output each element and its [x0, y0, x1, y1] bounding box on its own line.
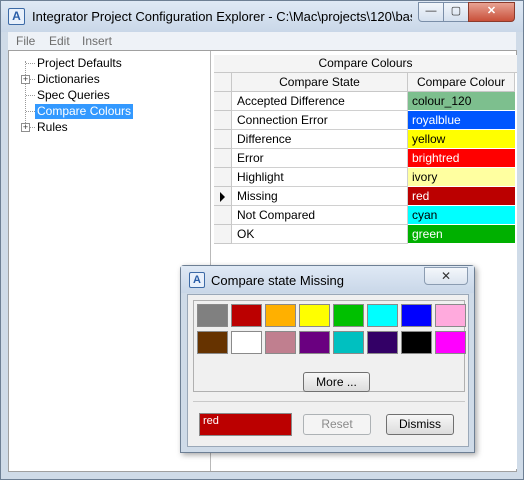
table-row[interactable]: Difference yellow [214, 130, 517, 149]
table-row[interactable]: OK green [214, 225, 517, 244]
table-row[interactable]: Accepted Difference colour_120 [214, 92, 517, 111]
maximize-button[interactable]: ▢ [443, 2, 469, 22]
row-header[interactable] [214, 111, 232, 130]
tree-item-label[interactable]: Spec Queries [35, 88, 112, 103]
colour-swatch[interactable] [435, 304, 466, 327]
reset-button[interactable]: Reset [303, 414, 371, 435]
colour-swatch[interactable] [197, 304, 228, 327]
more-colours-button[interactable]: More ... [303, 372, 370, 392]
colour-swatch[interactable] [231, 331, 262, 354]
colour-swatch[interactable] [435, 331, 466, 354]
tree-connector [26, 111, 35, 112]
menu-edit[interactable]: Edit [49, 34, 70, 48]
compare-state-cell[interactable]: Connection Error [232, 111, 408, 130]
colour-swatch[interactable] [333, 304, 364, 327]
compare-colour-cell[interactable]: brightred [408, 149, 515, 168]
tree-item[interactable]: Spec Queries [9, 87, 211, 103]
menu-file[interactable]: File [16, 34, 35, 48]
table-row[interactable]: Error brightred [214, 149, 517, 168]
column-header-colour[interactable]: Compare Colour [408, 73, 515, 92]
table-row[interactable]: Missing red [214, 187, 517, 206]
colour-swatch[interactable] [299, 331, 330, 354]
tree-connector [26, 63, 35, 64]
title-bar[interactable]: A Integrator Project Configuration Explo… [1, 1, 523, 32]
table-row[interactable]: Not Compared cyan [214, 206, 517, 225]
dialog-body: More ... red Reset Dismiss [187, 294, 469, 447]
row-header[interactable] [214, 149, 232, 168]
compare-colour-cell[interactable]: green [408, 225, 515, 244]
row-header[interactable] [214, 187, 232, 206]
compare-state-cell[interactable]: Accepted Difference [232, 92, 408, 111]
colour-swatch[interactable] [197, 331, 228, 354]
menu-bar: File Edit Insert [8, 32, 516, 50]
dialog-title-bar[interactable]: A Compare state Missing ✕ [181, 266, 474, 293]
tree-item-label[interactable]: Dictionaries [35, 72, 102, 87]
tree-item-label[interactable]: Project Defaults [35, 56, 124, 71]
tree-item[interactable]: + Dictionaries [9, 71, 211, 87]
compare-colour-cell[interactable]: cyan [408, 206, 515, 225]
row-header[interactable] [214, 92, 232, 111]
tree-item[interactable]: + Rules [9, 119, 211, 135]
tree-item[interactable]: Project Defaults [9, 55, 211, 71]
compare-colour-cell[interactable]: royalblue [408, 111, 515, 130]
colour-swatch[interactable] [265, 331, 296, 354]
table-row[interactable]: Highlight ivory [214, 168, 517, 187]
app-icon: A [189, 272, 205, 288]
expand-icon[interactable]: + [21, 123, 30, 132]
tree-item-label[interactable]: Rules [35, 120, 70, 135]
colour-picker-dialog: A Compare state Missing ✕ More ... red R… [180, 265, 475, 453]
compare-state-cell[interactable]: Highlight [232, 168, 408, 187]
colour-palette: More ... [193, 300, 466, 392]
compare-colour-cell[interactable]: colour_120 [408, 92, 515, 111]
grid-corner [214, 73, 232, 92]
menu-insert[interactable]: Insert [82, 34, 112, 48]
compare-state-cell[interactable]: Not Compared [232, 206, 408, 225]
colour-swatch[interactable] [367, 304, 398, 327]
minimize-button[interactable]: — [418, 2, 444, 22]
compare-state-cell[interactable]: Missing [232, 187, 408, 206]
app-icon: A [8, 8, 25, 25]
tree-connector [26, 95, 35, 96]
compare-state-cell[interactable]: OK [232, 225, 408, 244]
table-row[interactable]: Connection Error royalblue [214, 111, 517, 130]
compare-state-cell[interactable]: Error [232, 149, 408, 168]
dismiss-button[interactable]: Dismiss [386, 414, 454, 435]
row-header[interactable] [214, 130, 232, 149]
compare-state-cell[interactable]: Difference [232, 130, 408, 149]
colour-swatch[interactable] [367, 331, 398, 354]
expand-icon[interactable]: + [21, 75, 30, 84]
grid-title: Compare Colours [214, 55, 517, 73]
colour-swatch[interactable] [299, 304, 330, 327]
column-header-state[interactable]: Compare State [232, 73, 408, 92]
colour-swatch[interactable] [333, 331, 364, 354]
compare-colour-cell[interactable]: ivory [408, 168, 515, 187]
selected-colour-swatch: red [199, 413, 292, 436]
colour-swatch[interactable] [401, 331, 432, 354]
tree-item[interactable]: Compare Colours [9, 103, 211, 119]
window-title: Integrator Project Configuration Explore… [32, 9, 412, 24]
colour-swatch[interactable] [231, 304, 262, 327]
row-header[interactable] [214, 225, 232, 244]
dialog-title: Compare state Missing [211, 273, 344, 288]
current-row-arrow-icon [220, 192, 225, 202]
compare-colour-cell[interactable]: yellow [408, 130, 515, 149]
colour-swatch[interactable] [265, 304, 296, 327]
divider [193, 401, 465, 402]
dialog-close-button[interactable]: ✕ [424, 267, 468, 285]
compare-colour-cell[interactable]: red [408, 187, 515, 206]
colour-swatch[interactable] [401, 304, 432, 327]
row-header[interactable] [214, 168, 232, 187]
row-header[interactable] [214, 206, 232, 225]
close-button[interactable]: ✕ [468, 2, 515, 22]
tree-item-label[interactable]: Compare Colours [35, 104, 134, 119]
